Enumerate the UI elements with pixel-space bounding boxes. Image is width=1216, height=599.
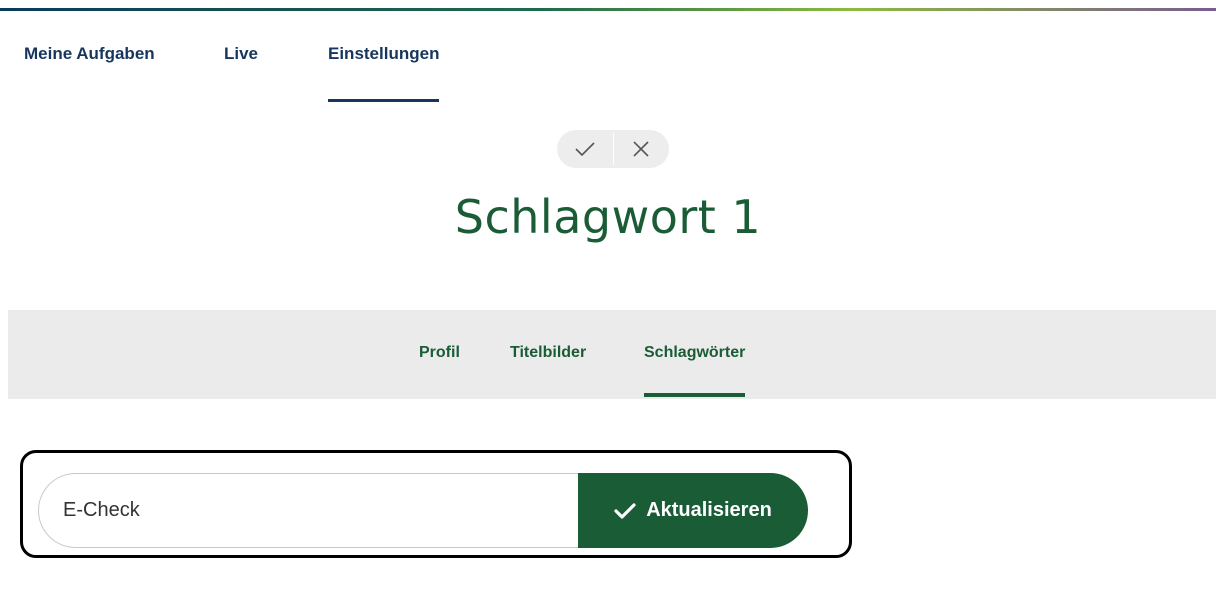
update-button[interactable]: Aktualisieren: [578, 473, 808, 548]
tab-live[interactable]: Live: [224, 44, 258, 64]
subtab-profil[interactable]: Profil: [419, 344, 460, 362]
keyword-form: Aktualisieren: [38, 473, 808, 548]
subtab-schlagwoerter[interactable]: Schlagwörter: [644, 344, 746, 397]
close-icon: [633, 141, 649, 157]
cancel-button[interactable]: [614, 130, 670, 168]
check-icon: [575, 142, 595, 157]
approval-toggle: [557, 130, 669, 168]
top-accent-line: [0, 8, 1216, 11]
subtab-titelbilder[interactable]: Titelbilder: [510, 344, 586, 362]
tab-meine-aufgaben[interactable]: Meine Aufgaben: [24, 44, 155, 64]
check-icon: [614, 502, 636, 519]
sub-navigation: Profil Titelbilder Schlagwörter: [8, 310, 1216, 399]
keyword-input[interactable]: [38, 473, 598, 548]
update-button-label: Aktualisieren: [646, 499, 772, 521]
page-title: Schlagwort 1: [454, 190, 762, 244]
confirm-button[interactable]: [557, 130, 613, 168]
tab-einstellungen[interactable]: Einstellungen: [328, 44, 440, 102]
